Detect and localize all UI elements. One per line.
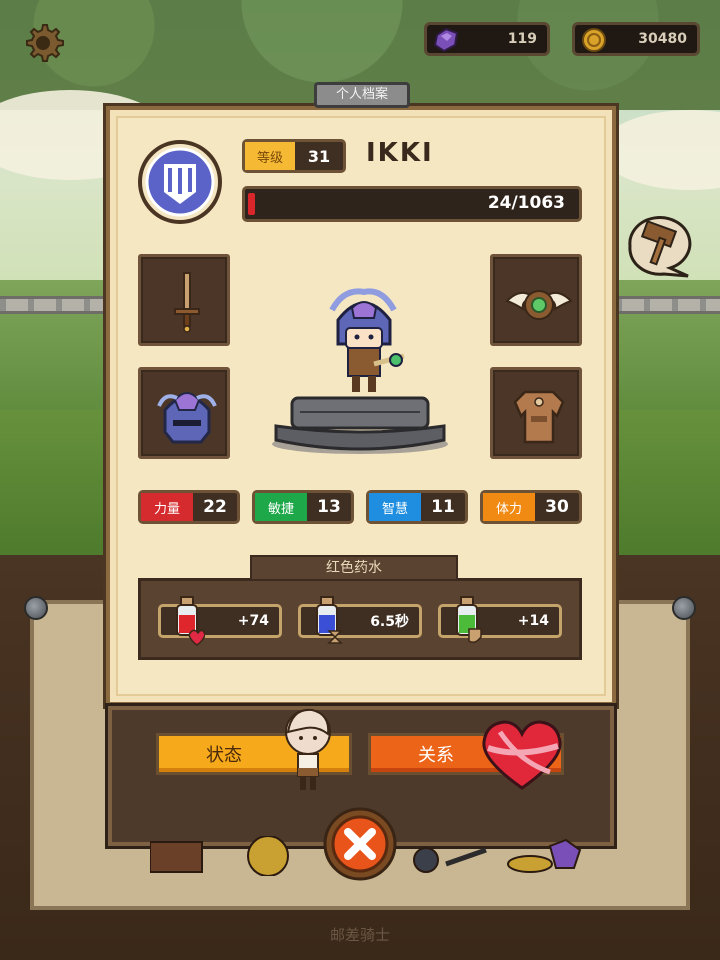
stat-label: 力量 [141, 493, 193, 521]
gem-count: 119 [507, 31, 537, 47]
potion-title: 红色药水 [250, 555, 458, 581]
green-potion-shield-icon [456, 596, 482, 644]
guild-emblem-icon [138, 140, 222, 224]
gear-icon[interactable] [22, 22, 64, 64]
xp-bar: 24/1063 [242, 186, 582, 222]
sword-icon [174, 272, 200, 333]
stat-stamina: 体力 30 [480, 490, 582, 524]
gem-counter[interactable]: 119 [424, 22, 550, 56]
potion-effect-duration: 6.5秒 [298, 596, 422, 644]
coin-count: 30480 [638, 31, 687, 47]
potion-effect-heal: +74 [158, 596, 282, 646]
relation-button-label: 关系 [418, 745, 454, 766]
status-button-label: 状态 [206, 745, 242, 766]
level-value: 31 [307, 146, 331, 166]
coin-counter[interactable]: 30480 [572, 22, 700, 56]
level-badge: 等级 31 [242, 139, 346, 173]
helmet-slot[interactable] [138, 367, 230, 459]
xp-bar-fill [248, 193, 256, 215]
stat-strength: 力量 22 [138, 490, 240, 524]
gold-coin-icon [582, 28, 606, 52]
stat-label: 体力 [483, 493, 535, 521]
stat-value: 13 [317, 497, 341, 517]
stat-wisdom: 智慧 11 [366, 490, 468, 524]
pin-icon [672, 596, 696, 620]
weapon-slot[interactable] [138, 254, 230, 346]
hero-character [329, 288, 405, 392]
panel-title: 个人档案 [314, 82, 410, 108]
stat-label: 敏捷 [255, 493, 307, 521]
heart-icon [482, 720, 562, 790]
xp-text: 24/1063 [487, 193, 565, 213]
armor-slot[interactable] [490, 367, 582, 459]
hammer-bubble-icon[interactable] [622, 212, 700, 278]
amulet-slot[interactable] [490, 254, 582, 346]
stat-label: 智慧 [369, 493, 421, 521]
red-potion-heart-icon [176, 596, 205, 646]
companion-girl-icon [285, 708, 331, 790]
leather-armor-icon [513, 390, 565, 444]
potion-effect-defense: +14 [438, 596, 562, 644]
stat-value: 30 [545, 497, 569, 517]
blue-potion-hourglass-icon [316, 596, 343, 644]
purple-gem-icon [433, 27, 459, 53]
potion-effect-value: 6.5秒 [370, 614, 409, 630]
footer-caption: 邮差骑士 [329, 926, 390, 944]
pin-icon [24, 596, 48, 620]
knight-helmet-icon [157, 392, 217, 444]
winged-amulet-icon [505, 290, 573, 320]
stat-value: 11 [431, 497, 455, 517]
stat-agility: 敏捷 13 [252, 490, 354, 524]
stat-value: 22 [203, 497, 227, 517]
hero-name: IKKI [366, 138, 434, 168]
close-button[interactable] [322, 806, 398, 882]
stone-pedestal [272, 396, 448, 454]
potion-effect-value: +14 [517, 613, 549, 629]
potion-effect-value: +74 [237, 613, 269, 629]
level-label: 等级 [245, 142, 295, 170]
